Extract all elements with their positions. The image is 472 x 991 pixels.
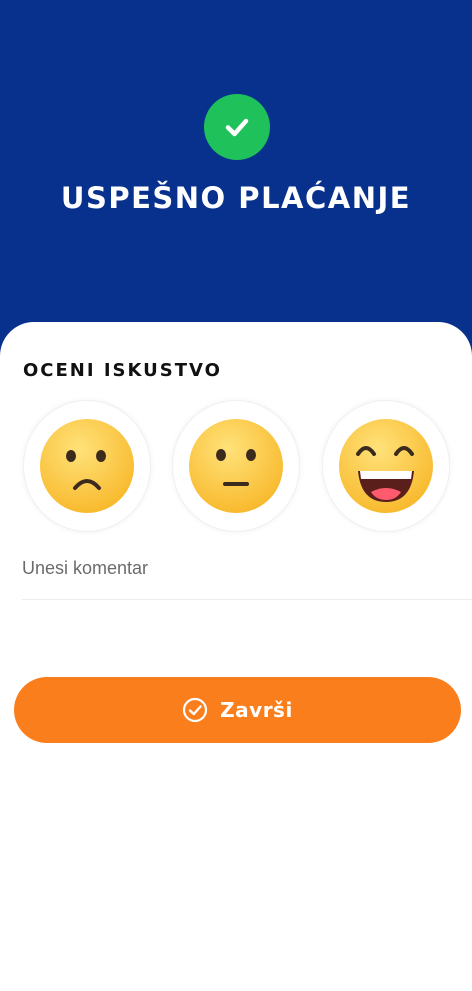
rating-option-neutral[interactable] [172, 400, 300, 532]
rating-option-sad[interactable] [23, 400, 151, 532]
finish-button[interactable]: Završi [14, 677, 461, 743]
sad-face-icon [40, 419, 134, 513]
happy-face-icon [339, 419, 433, 513]
comment-field[interactable] [22, 548, 472, 600]
finish-button-label: Završi [220, 698, 293, 722]
rating-section-title: OCENI ISKUSTVO [23, 360, 222, 381]
header: USPEŠNO PLAĆANJE [0, 0, 472, 360]
comment-input[interactable] [22, 548, 472, 588]
success-check-icon [204, 94, 270, 160]
payment-success-screen: USPEŠNO PLAĆANJE OCENI ISKUSTVO Unesi ko… [0, 0, 472, 991]
check-circle-outline-icon [182, 697, 208, 723]
rating-card: OCENI ISKUSTVO Unesi komentar Završi [0, 322, 472, 991]
neutral-face-icon [189, 419, 283, 513]
page-title: USPEŠNO PLAĆANJE [60, 181, 412, 215]
rating-option-happy[interactable] [322, 400, 450, 532]
